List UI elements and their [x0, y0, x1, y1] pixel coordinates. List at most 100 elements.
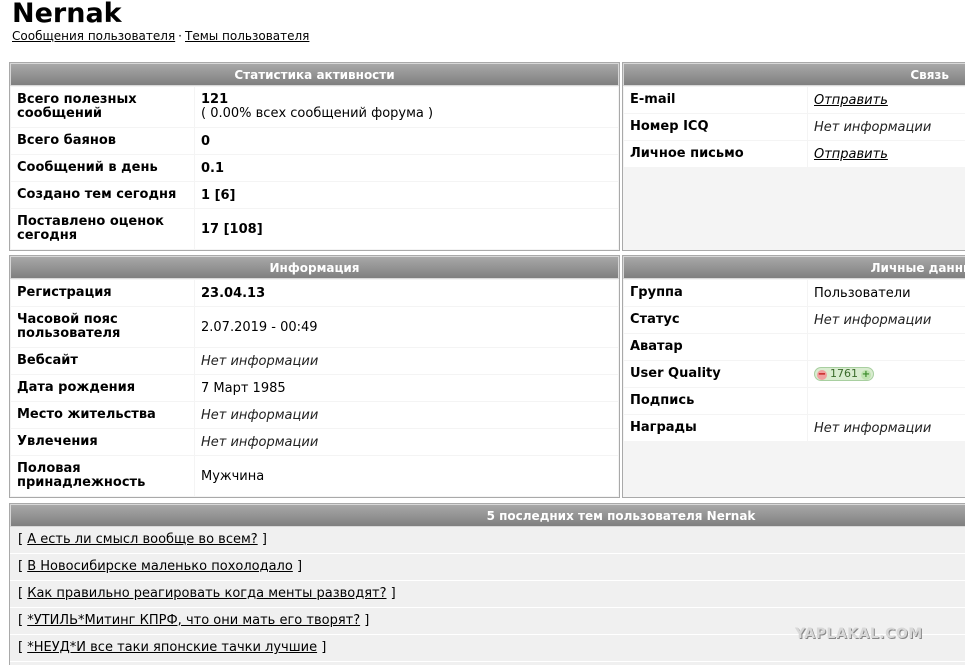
- bracket-open: [: [18, 559, 24, 574]
- icq-value: Нет информации: [808, 114, 965, 140]
- topic-link[interactable]: Как правильно реагировать когда менты ра…: [27, 586, 386, 601]
- table-row: Регистрация 23.04.13: [11, 280, 618, 306]
- activity-header: Статистика активности: [10, 63, 619, 86]
- topic-link[interactable]: А есть ли смысл вообще во всем?: [27, 532, 257, 547]
- table-row: Номер ICQ Нет информации: [624, 114, 965, 140]
- table-row: Половая принадлежность Мужчина: [11, 456, 618, 496]
- table-row: Создано тем сегодня 1 [6]: [11, 182, 618, 208]
- total-posts-label: Всего полезных сообщений: [11, 87, 194, 127]
- topic-link[interactable]: В Новосибирске маленько похолодало: [27, 559, 293, 574]
- website-label: Вебсайт: [11, 348, 194, 374]
- table-row: Награды Нет информации: [624, 415, 965, 441]
- table-row: Часовой пояс пользователя 2.07.2019 - 00…: [11, 307, 618, 347]
- user-quality-score: 1761: [830, 367, 858, 380]
- table-row: Вебсайт Нет информации: [11, 348, 618, 374]
- bayans-value: 0: [195, 128, 618, 154]
- icq-label: Номер ICQ: [624, 114, 807, 140]
- ratings-today-value: 17 [108]: [195, 209, 618, 249]
- bracket-close: ]: [390, 586, 396, 601]
- bracket-open: [: [18, 586, 24, 601]
- posts-per-day-value: 0.1: [195, 155, 618, 181]
- personal-panel: Личные данные Группа Пользователи Статус…: [622, 255, 965, 498]
- list-item: [ Как правильно реагировать когда менты …: [10, 581, 965, 608]
- links-separator: ·: [178, 29, 182, 43]
- private-message-label: Личное письмо: [624, 141, 807, 167]
- timezone-value: 2.07.2019 - 00:49: [195, 307, 618, 347]
- private-message-link[interactable]: Отправить: [814, 147, 888, 162]
- vote-down-icon[interactable]: −: [817, 370, 827, 380]
- info-header: Информация: [10, 256, 619, 279]
- signature-label: Подпись: [624, 388, 807, 414]
- topic-link[interactable]: *УТИЛЬ*Митинг КПРФ, что они мать его тво…: [27, 613, 360, 628]
- awards-value: Нет информации: [808, 415, 965, 441]
- avatar-label: Аватар: [624, 334, 807, 360]
- user-links: Сообщения пользователя · Темы пользователя: [12, 29, 309, 43]
- user-posts-link[interactable]: Сообщения пользователя: [12, 29, 175, 43]
- signature-value: [808, 388, 965, 414]
- location-label: Место жительства: [11, 402, 194, 428]
- info-panel: Информация Регистрация 23.04.13 Часовой …: [9, 255, 620, 498]
- registration-label: Регистрация: [11, 280, 194, 306]
- location-value: Нет информации: [195, 402, 618, 428]
- table-row: Группа Пользователи: [624, 280, 965, 306]
- private-message-value: Отправить: [808, 141, 965, 167]
- ratings-today-label: Поставлено оценок сегодня: [11, 209, 194, 249]
- user-quality-label: User Quality: [624, 361, 807, 387]
- topics-today-value: 1 [6]: [195, 182, 618, 208]
- contact-table: E-mail Отправить Номер ICQ Нет информаци…: [623, 86, 965, 168]
- bracket-close: ]: [296, 559, 303, 574]
- contact-header: Связь: [623, 63, 965, 86]
- personal-table: Группа Пользователи Статус Нет информаци…: [623, 279, 965, 442]
- bracket-open: [: [18, 532, 24, 547]
- interests-value: Нет информации: [195, 429, 618, 455]
- topic-link[interactable]: *НЕУД*И все таки японские тачки лучшие: [27, 640, 317, 655]
- birthday-value: 7 Март 1985: [195, 375, 618, 401]
- bracket-open: [: [18, 613, 24, 628]
- activity-table: Всего полезных сообщений 121( 0.00% всех…: [10, 86, 619, 250]
- gender-label: Половая принадлежность: [11, 456, 194, 496]
- timezone-label: Часовой пояс пользователя: [11, 307, 194, 347]
- table-row: Статус Нет информации: [624, 307, 965, 333]
- table-row: Аватар: [624, 334, 965, 360]
- status-label: Статус: [624, 307, 807, 333]
- personal-header: Личные данные: [623, 256, 965, 279]
- last-topics-header: 5 последних тем пользователя Nernak: [10, 504, 965, 527]
- table-row: User Quality −1761 +: [624, 361, 965, 387]
- bracket-open: [: [18, 640, 24, 655]
- topics-today-label: Создано тем сегодня: [11, 182, 194, 208]
- total-posts-value: 121( 0.00% всех сообщений форума ): [195, 87, 618, 127]
- table-row: Место жительства Нет информации: [11, 402, 618, 428]
- bracket-close: ]: [261, 532, 267, 547]
- table-row: Подпись: [624, 388, 965, 414]
- group-value: Пользователи: [808, 280, 965, 306]
- group-label: Группа: [624, 280, 807, 306]
- total-posts-number: 121: [201, 92, 229, 107]
- contact-panel: Связь E-mail Отправить Номер ICQ Нет инф…: [622, 62, 965, 251]
- user-topics-link[interactable]: Темы пользователя: [185, 29, 309, 43]
- bracket-close: ]: [364, 613, 370, 628]
- email-value: Отправить: [808, 87, 965, 113]
- table-row: Сообщений в день 0.1: [11, 155, 618, 181]
- bracket-close: ]: [321, 640, 327, 655]
- user-quality-widget: −1761 +: [814, 367, 874, 381]
- table-row: Всего баянов 0: [11, 128, 618, 154]
- interests-label: Увлечения: [11, 429, 194, 455]
- birthday-label: Дата рождения: [11, 375, 194, 401]
- posts-per-day-label: Сообщений в день: [11, 155, 194, 181]
- status-value: Нет информации: [808, 307, 965, 333]
- info-table: Регистрация 23.04.13 Часовой пояс пользо…: [10, 279, 619, 497]
- table-row: Всего полезных сообщений 121( 0.00% всех…: [11, 87, 618, 127]
- website-value: Нет информации: [195, 348, 618, 374]
- email-send-link[interactable]: Отправить: [814, 93, 888, 108]
- vote-up-icon[interactable]: +: [861, 370, 871, 380]
- user-quality-value: −1761 +: [808, 361, 965, 387]
- table-row: E-mail Отправить: [624, 87, 965, 113]
- activity-panel: Статистика активности Всего полезных соо…: [9, 62, 620, 251]
- list-item: [ В Новосибирске маленько похолодало ]: [10, 554, 965, 581]
- awards-label: Награды: [624, 415, 807, 441]
- avatar-value: [808, 334, 965, 360]
- table-row: Поставлено оценок сегодня 17 [108]: [11, 209, 618, 249]
- bayans-label: Всего баянов: [11, 128, 194, 154]
- total-posts-share: ( 0.00% всех сообщений форума ): [201, 106, 434, 121]
- registration-value: 23.04.13: [195, 280, 618, 306]
